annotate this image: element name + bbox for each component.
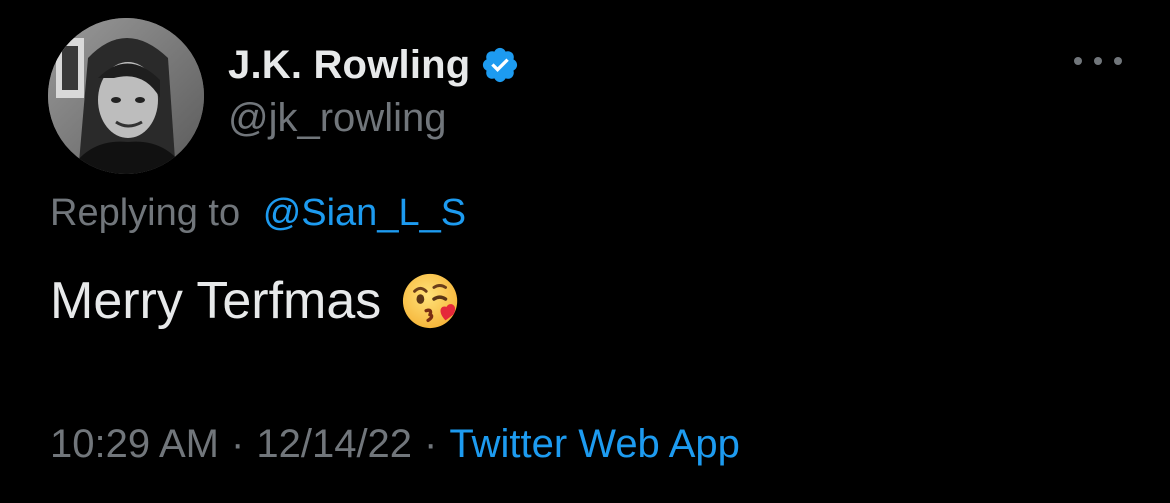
tweet-meta: 10:29 AM · 12/14/22 · Twitter Web App (50, 422, 740, 467)
name-row: J.K. Rowling (228, 40, 520, 90)
verified-badge-icon[interactable] (480, 45, 520, 85)
tweet-source-link[interactable]: Twitter Web App (449, 422, 740, 467)
kissing-face-blowing-heart-icon (401, 270, 463, 332)
tweet-time[interactable]: 10:29 AM (50, 422, 219, 467)
replying-to: Replying to @Sian_L_S (50, 192, 466, 235)
handle[interactable]: @jk_rowling (228, 96, 520, 141)
more-dot (1094, 57, 1102, 65)
meta-separator: · (231, 422, 245, 466)
reply-mention-link[interactable]: @Sian_L_S (263, 192, 466, 234)
display-name[interactable]: J.K. Rowling (228, 43, 470, 88)
avatar[interactable] (48, 18, 204, 174)
tweet-detail: J.K. Rowling @jk_rowling Replying to @Si… (0, 0, 1170, 503)
tweet-date[interactable]: 12/14/22 (256, 422, 412, 467)
more-dot (1074, 57, 1082, 65)
meta-separator: · (424, 422, 438, 466)
more-options-icon[interactable] (1074, 46, 1122, 76)
tweet-text: Merry Terfmas (50, 272, 382, 330)
replying-to-label: Replying to (50, 192, 241, 234)
author-block: J.K. Rowling @jk_rowling (228, 40, 520, 141)
tweet-body: Merry Terfmas (50, 270, 463, 332)
more-dot (1114, 57, 1122, 65)
